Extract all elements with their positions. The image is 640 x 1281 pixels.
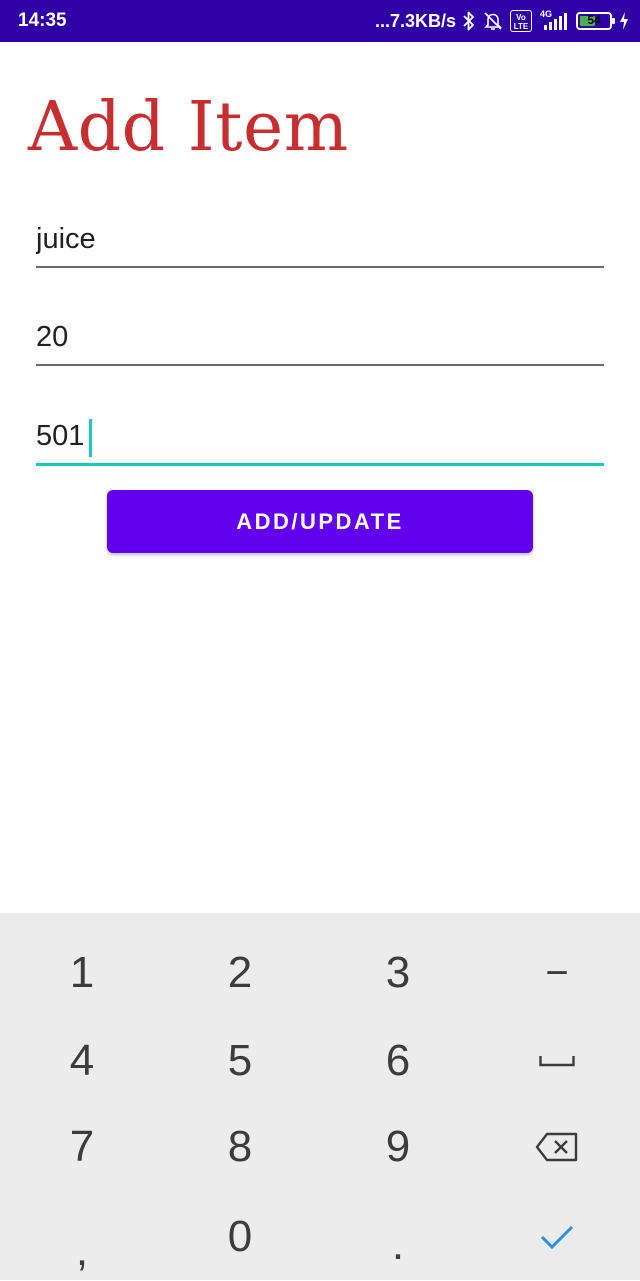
item-name-input[interactable] [36,214,604,264]
key-8[interactable]: 8 [160,1103,320,1191]
status-time: 14:35 [18,10,67,31]
key-period[interactable]: . [318,1193,478,1281]
text-cursor [89,419,92,457]
key-4[interactable]: 4 [2,1017,162,1105]
item-name-field[interactable] [36,214,604,268]
item-quantity-underline [36,364,604,366]
bell-off-icon [482,10,504,32]
item-price-underline [36,463,604,466]
key-done[interactable] [477,1193,637,1281]
space-icon [539,1056,575,1067]
key-3[interactable]: 3 [318,929,478,1017]
key-9[interactable]: 9 [318,1103,478,1191]
network-speed: ...7.3KB/s [374,10,456,31]
charging-icon [618,11,630,31]
item-price-field[interactable] [36,411,604,466]
battery-icon: 54 [576,12,615,30]
bluetooth-icon [462,10,476,32]
volte-line2: LTE [513,21,529,31]
volte-icon: Vo LTE [510,10,532,32]
key-0[interactable]: 0 [160,1193,320,1281]
key-6[interactable]: 6 [318,1017,478,1105]
key-5[interactable]: 5 [160,1017,320,1105]
volte-line1: Vo [516,12,526,22]
key-comma-label: , [75,1226,89,1275]
battery-level: 54 [587,13,601,27]
key-period-label: . [391,1220,405,1269]
status-bar: 14:35 ...7.3KB/s Vo LTE 4G 54 [0,0,640,42]
battery-cap [612,18,615,24]
key-2[interactable]: 2 [160,929,320,1017]
item-name-underline [36,266,604,268]
item-quantity-field[interactable] [36,312,604,366]
volte-label: Vo LTE [514,13,529,31]
checkmark-icon [540,1225,574,1250]
key-minus[interactable]: − [477,929,637,1017]
backspace-icon [535,1132,578,1162]
numeric-keyboard: 1 2 3 − 4 5 6 7 8 9 , 0 . [0,913,640,1280]
key-7[interactable]: 7 [2,1103,162,1191]
status-icons: ...7.3KB/s Vo LTE 4G 54 [375,8,630,34]
item-quantity-input[interactable] [36,312,604,362]
key-comma[interactable]: , [2,1193,162,1281]
item-price-input[interactable] [36,411,604,461]
key-1[interactable]: 1 [2,929,162,1017]
key-backspace[interactable] [477,1103,637,1191]
page-title: Add Item [28,88,349,167]
add-update-button[interactable]: ADD/UPDATE [107,490,533,553]
signal-icon: 4G [538,9,570,32]
key-space[interactable] [477,1017,637,1105]
